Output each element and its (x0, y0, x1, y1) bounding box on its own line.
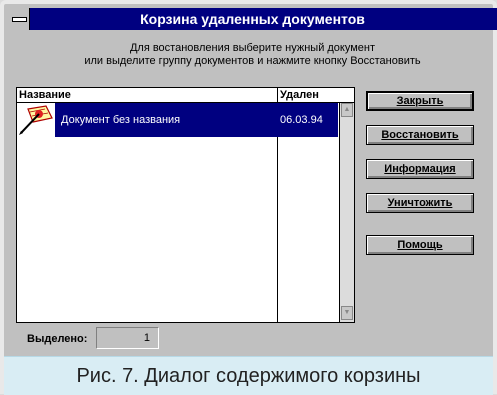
column-header-name[interactable]: Название (19, 89, 71, 101)
close-button[interactable]: Закрыть (366, 91, 474, 111)
destroy-button[interactable]: Уничтожить (366, 193, 474, 213)
selected-count-field: 1 (96, 327, 159, 349)
figure-caption: Рис. 7. Диалог содержимого корзины (4, 356, 493, 395)
list-header: Название Удален (17, 88, 354, 103)
selected-count-label: Выделено: (27, 333, 88, 345)
document-pen-icon (17, 103, 55, 137)
row-deleted-date: 06.03.94 (280, 114, 323, 126)
column-header-deleted[interactable]: Удален (280, 89, 319, 101)
system-menu-button[interactable] (8, 8, 30, 30)
vertical-scrollbar[interactable]: ▲ ▼ (339, 103, 354, 322)
scroll-down-button[interactable]: ▼ (341, 306, 353, 320)
info-button[interactable]: Информация (366, 159, 474, 179)
help-button[interactable]: Помощь (366, 235, 474, 255)
list-row[interactable]: Документ без названия 06.03.94 (17, 103, 338, 137)
row-document-name: Документ без названия (61, 114, 181, 126)
restore-button[interactable]: Восстановить (366, 125, 474, 145)
instructions-text: Для востановления выберите нужный докуме… (8, 42, 497, 68)
title-bar[interactable]: Корзина удаленных документов (8, 8, 497, 30)
window-title: Корзина удаленных документов (140, 11, 365, 27)
deleted-documents-list[interactable]: Название Удален Документ без названия 06… (16, 87, 355, 323)
instructions-line-2: или выделите группу документов и нажмите… (84, 55, 421, 67)
instructions-line-1: Для востановления выберите нужный докуме… (129, 42, 376, 54)
dialog-window: Корзина удаленных документов Для востано… (0, 0, 497, 394)
system-menu-icon (12, 17, 27, 22)
scroll-up-button[interactable]: ▲ (341, 103, 353, 117)
